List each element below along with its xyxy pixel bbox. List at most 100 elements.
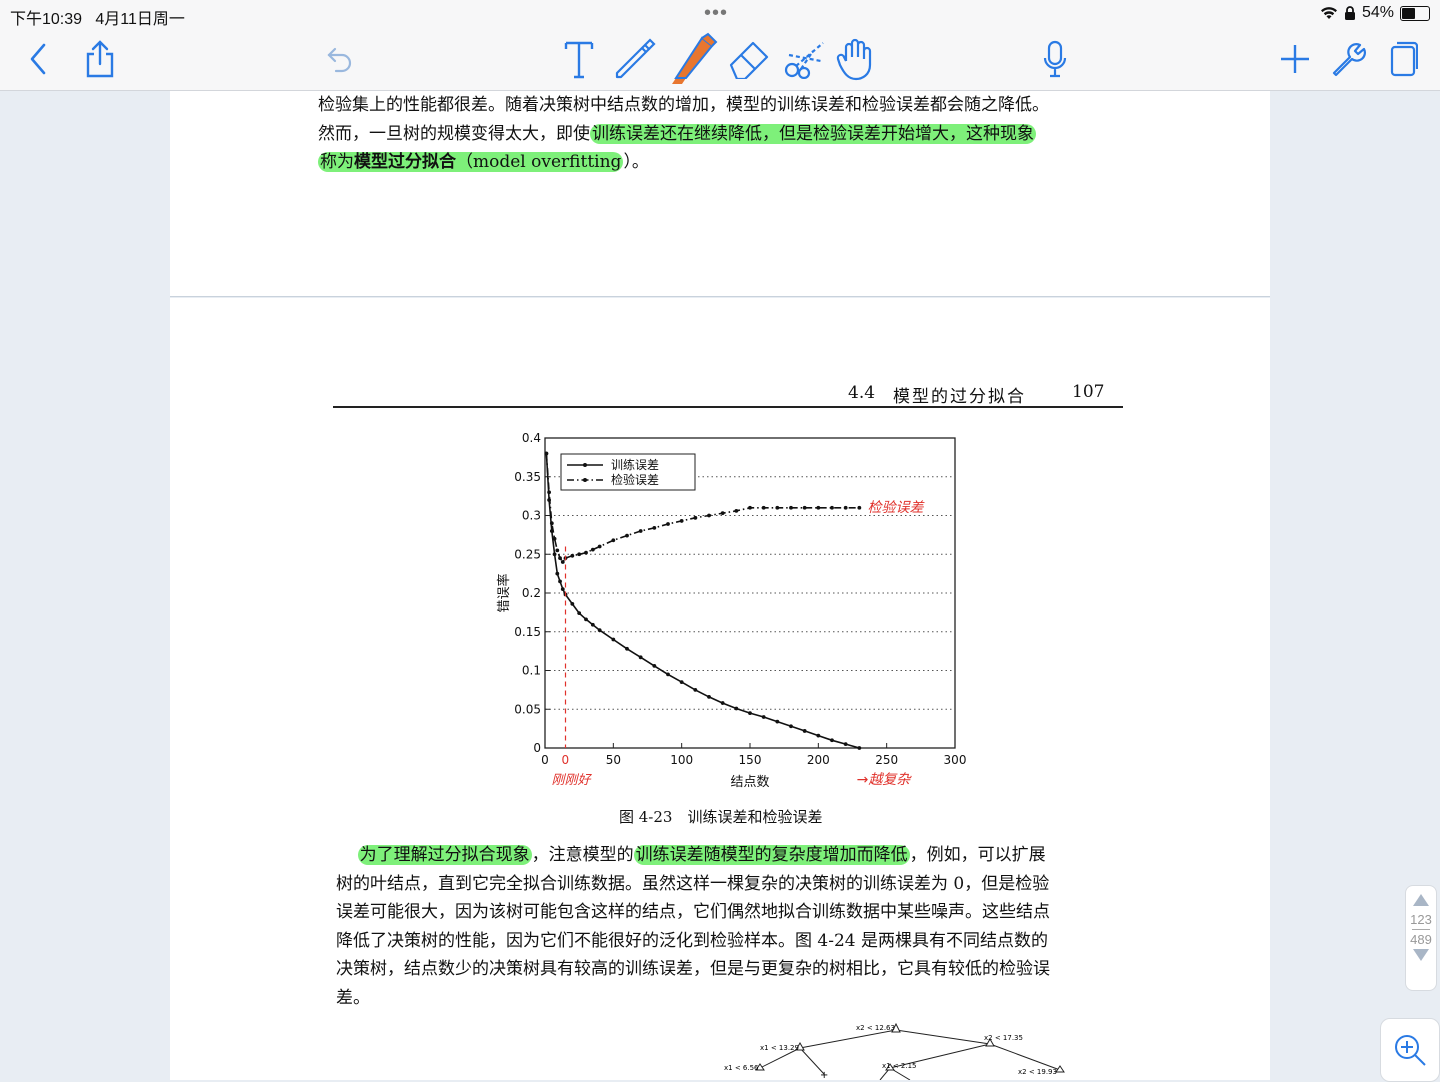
page-number: 107 bbox=[1072, 382, 1105, 402]
legend-label-test: 检验误差 bbox=[611, 472, 659, 487]
highlight[interactable]: 称为模型过分拟合（model overfitting bbox=[318, 152, 624, 173]
battery-icon bbox=[1400, 5, 1430, 21]
y-tick-label: 0.3 bbox=[522, 509, 541, 523]
status-right: 54% bbox=[1320, 4, 1430, 22]
add-icon bbox=[1281, 45, 1309, 73]
highlighter-tool[interactable] bbox=[666, 28, 720, 90]
y-tick-label: 0 bbox=[533, 741, 541, 755]
y-tick-label: 0.35 bbox=[514, 470, 541, 484]
current-page: 123 bbox=[1410, 912, 1432, 927]
page1-line-1: 检验集上的性能都很差。随着决策树中结点数的增加，模型的训练误差和检验误差都会随之… bbox=[318, 95, 1049, 115]
data-point bbox=[666, 522, 670, 526]
zoom-button[interactable] bbox=[1380, 1018, 1440, 1082]
data-point bbox=[761, 715, 766, 719]
page2-line-4: 降低了决策树的性能，因为它们不能很好的泛化到检验样本。图 4-24 是两棵具有不… bbox=[336, 930, 1048, 951]
x-tick-label: 200 bbox=[807, 753, 830, 767]
legend-marker bbox=[583, 478, 587, 482]
data-point bbox=[666, 672, 670, 677]
tools-button[interactable] bbox=[1328, 28, 1368, 90]
share-icon bbox=[86, 40, 114, 78]
data-point bbox=[584, 617, 588, 622]
hand-tool[interactable] bbox=[834, 28, 878, 90]
legend-marker bbox=[583, 463, 587, 467]
data-point bbox=[761, 505, 766, 510]
multitask-dots[interactable]: ••• bbox=[704, 2, 728, 25]
page1-line-2: 然而，一旦树的规模变得太大，即使 训练误差还在继续降低，但是检验误差开始增大，这种… bbox=[318, 123, 1036, 144]
wifi-icon bbox=[1320, 7, 1337, 19]
data-point bbox=[720, 511, 725, 516]
data-point bbox=[547, 490, 551, 495]
data-point bbox=[843, 505, 848, 510]
add-button[interactable] bbox=[1276, 28, 1314, 90]
data-point bbox=[816, 505, 821, 510]
y-tick-label: 0.2 bbox=[522, 586, 541, 600]
tree-label: x1 < 2.15 bbox=[882, 1062, 917, 1070]
status-bar: 下午10:39 4月11日周一 ••• 54% bbox=[0, 0, 1440, 28]
microphone-button[interactable] bbox=[1038, 28, 1072, 90]
toolbar bbox=[0, 28, 1440, 91]
data-point bbox=[857, 746, 862, 750]
data-point bbox=[748, 505, 752, 510]
x-tick-label: 250 bbox=[875, 753, 898, 767]
data-point bbox=[857, 505, 862, 510]
x-tick-label: 150 bbox=[739, 753, 762, 767]
data-point bbox=[775, 505, 780, 510]
data-point bbox=[843, 742, 848, 747]
data-point bbox=[570, 601, 575, 606]
pages-button[interactable] bbox=[1386, 28, 1422, 90]
text-tool[interactable] bbox=[560, 28, 598, 90]
page-navigator[interactable]: 123 489 bbox=[1405, 885, 1437, 991]
y-tick-label: 0.25 bbox=[514, 547, 541, 561]
annotation-test-error: 检验误差 bbox=[868, 500, 926, 516]
data-point bbox=[679, 519, 684, 523]
highlight[interactable]: 训练误差还在继续降低，但是检验误差开始增大，这种现象 bbox=[590, 123, 1036, 144]
highlight[interactable]: 训练误差随模型的复杂度增加而降低 bbox=[633, 845, 910, 865]
back-icon bbox=[30, 43, 46, 75]
tree-label: x1 < 13.29 bbox=[760, 1044, 799, 1052]
data-point bbox=[720, 701, 725, 705]
data-point bbox=[830, 738, 834, 743]
data-point bbox=[638, 529, 643, 533]
series-line-training bbox=[545, 453, 860, 749]
share-button[interactable] bbox=[80, 28, 120, 90]
data-point bbox=[816, 733, 821, 738]
pen-tool[interactable] bbox=[612, 28, 658, 90]
data-point bbox=[789, 724, 793, 729]
data-point bbox=[830, 505, 834, 510]
data-point bbox=[789, 505, 793, 510]
data-point bbox=[590, 622, 595, 627]
data-point bbox=[597, 628, 602, 633]
pages-icon bbox=[1390, 41, 1418, 77]
page-up-icon[interactable] bbox=[1411, 892, 1431, 908]
page2-line-1: 为了理解过分拟合现象 ，注意模型的 训练误差随模型的复杂度增加而降低 ，例如，可以扩展 bbox=[357, 845, 1046, 865]
undo-icon bbox=[327, 47, 352, 73]
data-point bbox=[775, 719, 780, 724]
data-point bbox=[734, 706, 739, 711]
page1-line-3: 称为模型过分拟合（model overfitting）。 bbox=[318, 152, 649, 173]
x-tick-label: 300 bbox=[944, 753, 967, 767]
data-point bbox=[549, 521, 554, 526]
x-tick-label: 100 bbox=[670, 753, 693, 767]
data-point bbox=[552, 552, 557, 557]
data-point bbox=[625, 646, 629, 651]
eraser-tool[interactable] bbox=[726, 28, 772, 90]
lock-rotation-icon bbox=[1344, 6, 1355, 20]
y-tick-label: 0.05 bbox=[514, 702, 541, 716]
y-tick-label: 0.15 bbox=[514, 625, 541, 639]
page-down-icon[interactable] bbox=[1411, 947, 1431, 963]
page2-line-6: 差。 bbox=[336, 987, 370, 1008]
data-point bbox=[652, 526, 657, 530]
figure-caption: 图 4-23 训练误差和检验误差 bbox=[619, 808, 823, 826]
battery-percent: 54% bbox=[1361, 4, 1394, 21]
undo-button[interactable] bbox=[322, 28, 358, 90]
data-point bbox=[625, 533, 629, 538]
section-number: 4.4 bbox=[848, 383, 876, 403]
lasso-tool[interactable] bbox=[782, 28, 828, 90]
highlight[interactable]: 为了理解过分拟合现象 bbox=[357, 845, 532, 865]
data-point bbox=[558, 556, 562, 561]
page-divider bbox=[170, 296, 1270, 297]
annotation-more-complex: →越复杂 bbox=[857, 772, 913, 788]
back-button[interactable] bbox=[22, 28, 54, 90]
data-point bbox=[611, 538, 616, 543]
pen-tool-icon bbox=[615, 38, 656, 79]
